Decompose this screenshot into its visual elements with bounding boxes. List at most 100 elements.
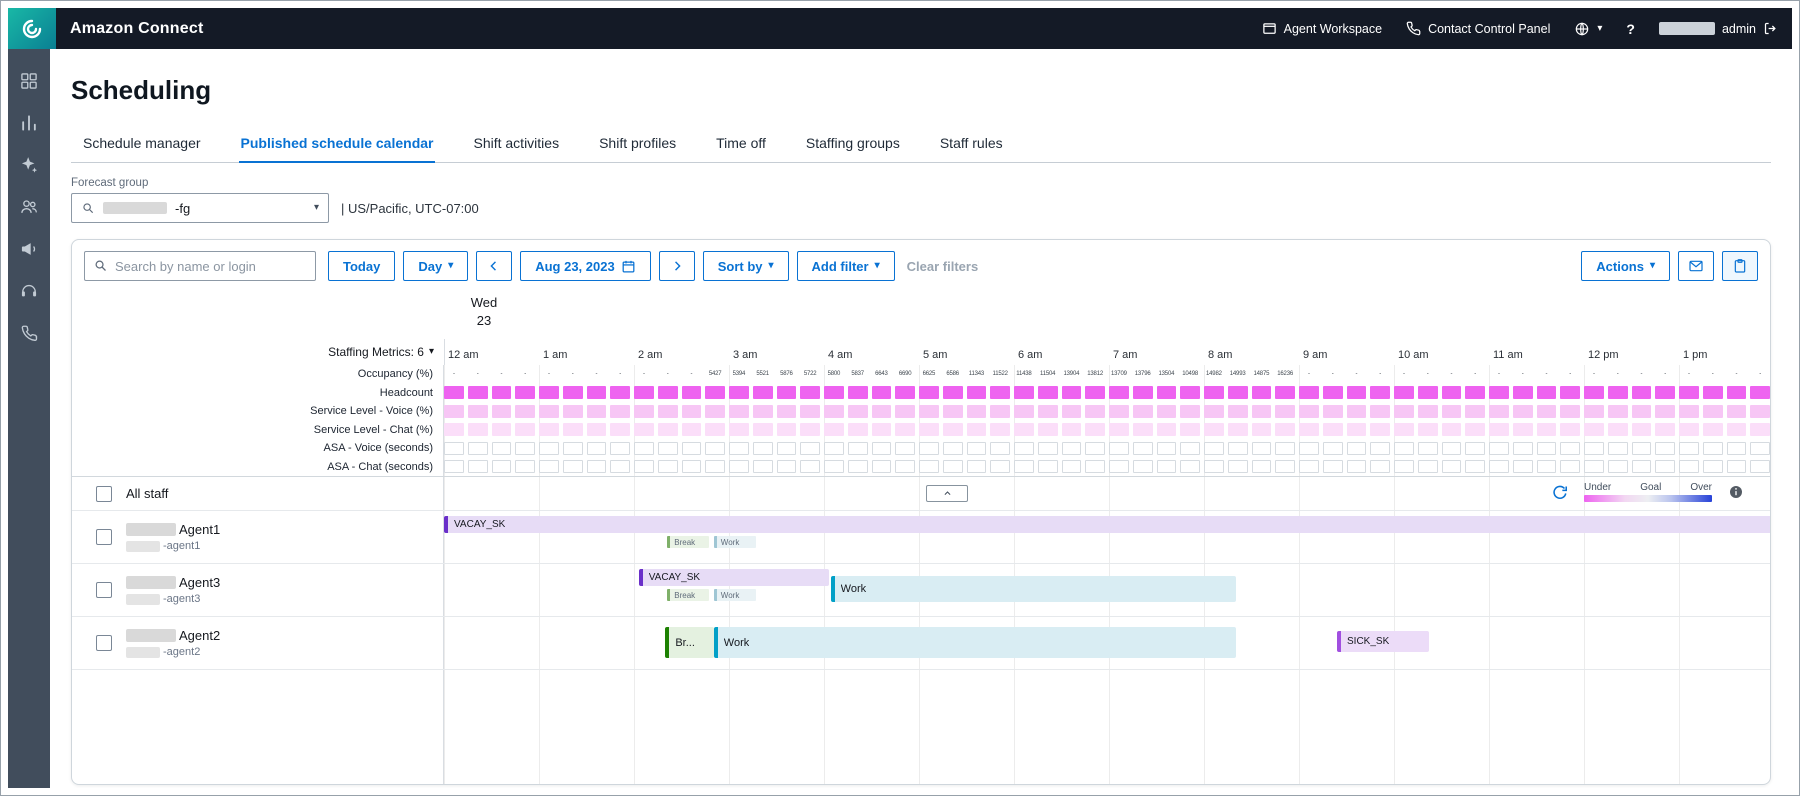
search-icon bbox=[93, 258, 108, 273]
sidebar-item-announcement[interactable] bbox=[19, 239, 39, 259]
shift-bar-break[interactable]: Br... bbox=[665, 627, 713, 658]
add-filter-button[interactable]: Add filter▾ bbox=[797, 251, 895, 281]
search-icon bbox=[81, 201, 95, 215]
globe-icon bbox=[1574, 21, 1590, 37]
metric-cell: 5837 bbox=[848, 365, 868, 383]
legend-gradient-bar bbox=[1584, 495, 1712, 502]
help-button[interactable]: ? bbox=[1626, 21, 1635, 37]
refresh-icon[interactable] bbox=[1551, 484, 1568, 501]
metric-cell bbox=[1038, 442, 1058, 455]
metric-cell bbox=[1465, 423, 1485, 436]
agent-checkbox[interactable] bbox=[96, 529, 112, 545]
metric-cell bbox=[753, 460, 773, 473]
metric-cell bbox=[468, 423, 488, 436]
sidebar-item-headset[interactable] bbox=[19, 281, 39, 301]
analytics-icon bbox=[19, 113, 39, 133]
forecast-group-select[interactable]: -fg ▾ bbox=[71, 193, 329, 223]
metric-cells bbox=[444, 458, 1770, 477]
user-menu[interactable]: admin bbox=[1659, 21, 1778, 36]
notify-button[interactable] bbox=[1678, 251, 1714, 281]
calendar-area: Staffing Metrics: 6 ▾ Wed 23 12 am1 am2 … bbox=[72, 291, 1770, 784]
forecast-sparkle-icon bbox=[19, 155, 39, 175]
time-label: 8 am bbox=[1208, 349, 1232, 361]
sort-by-button[interactable]: Sort by▾ bbox=[703, 251, 789, 281]
redacted-username bbox=[1659, 22, 1715, 35]
shift-bar-label: Work bbox=[841, 583, 866, 595]
metric-cell bbox=[1418, 386, 1438, 399]
metric-cell bbox=[943, 405, 963, 418]
collapse-metrics-button[interactable] bbox=[926, 485, 968, 502]
metric-cell bbox=[1489, 460, 1509, 473]
actions-button[interactable]: Actions▾ bbox=[1581, 251, 1670, 281]
clear-filters-button[interactable]: Clear filters bbox=[907, 259, 979, 274]
next-day-button[interactable] bbox=[659, 251, 695, 281]
metric-cell bbox=[872, 442, 892, 455]
metric-cell bbox=[1085, 442, 1105, 455]
metric-cell bbox=[1370, 405, 1390, 418]
tab-time-off[interactable]: Time off bbox=[714, 126, 768, 162]
shift-bar-vacay[interactable]: VACAY_SK bbox=[444, 516, 1770, 533]
agent-workspace-link[interactable]: Agent Workspace bbox=[1262, 21, 1382, 36]
shift-segment-work[interactable]: Work bbox=[714, 536, 756, 548]
staffing-metrics-toggle[interactable]: Staffing Metrics: 6 ▾ bbox=[328, 345, 434, 359]
sign-out-icon bbox=[1763, 21, 1778, 36]
sidebar-item-users[interactable] bbox=[19, 197, 39, 217]
sidebar-item-analytics[interactable] bbox=[19, 113, 39, 133]
metric-cell bbox=[919, 460, 939, 473]
shift-bar-work[interactable]: Work bbox=[831, 576, 1237, 602]
metric-cell bbox=[1584, 405, 1604, 418]
search-input[interactable] bbox=[84, 251, 316, 281]
shift-bar-sick[interactable]: SICK_SK bbox=[1337, 631, 1429, 652]
metric-cell bbox=[539, 423, 559, 436]
tab-schedule-manager[interactable]: Schedule manager bbox=[81, 126, 203, 162]
shift-segment-work[interactable]: Work bbox=[714, 589, 756, 601]
sidebar-item-forecast-sparkle[interactable] bbox=[19, 155, 39, 175]
tab-staffing-groups[interactable]: Staffing groups bbox=[804, 126, 902, 162]
contact-control-panel-link[interactable]: Contact Control Panel bbox=[1406, 21, 1550, 36]
copy-schedule-button[interactable] bbox=[1722, 251, 1758, 281]
shift-bar-label: VACAY_SK bbox=[649, 572, 700, 583]
shift-bar-vacay[interactable]: VACAY_SK bbox=[639, 569, 829, 586]
metric-cell: - bbox=[1394, 365, 1414, 383]
today-button[interactable]: Today bbox=[328, 251, 395, 281]
agent-checkbox[interactable] bbox=[96, 635, 112, 651]
time-label: 12 pm bbox=[1588, 349, 1619, 361]
staffing-metrics: Occupancy (%)-----------5427539455215876… bbox=[72, 365, 1770, 476]
view-granularity-button[interactable]: Day▾ bbox=[403, 251, 468, 281]
metric-cell bbox=[1608, 405, 1628, 418]
shift-bar-work[interactable]: Work bbox=[714, 627, 1237, 658]
all-staff-checkbox[interactable] bbox=[96, 486, 112, 502]
amazon-connect-logo[interactable] bbox=[8, 8, 56, 49]
tab-shift-activities[interactable]: Shift activities bbox=[471, 126, 561, 162]
agent-checkbox[interactable] bbox=[96, 582, 112, 598]
tab-published-schedule-calendar[interactable]: Published schedule calendar bbox=[239, 126, 436, 162]
agent-name: Agent1 bbox=[179, 522, 220, 537]
tab-shift-profiles[interactable]: Shift profiles bbox=[597, 126, 678, 162]
shift-segment-break[interactable]: Break bbox=[667, 589, 709, 601]
metric-cell: - bbox=[539, 365, 559, 383]
previous-day-button[interactable] bbox=[476, 251, 512, 281]
metric-cell bbox=[492, 460, 512, 473]
metric-cell bbox=[1133, 386, 1153, 399]
metric-cell bbox=[1038, 386, 1058, 399]
metric-cell bbox=[1584, 423, 1604, 436]
sidebar-item-dashboard-grid[interactable] bbox=[19, 71, 39, 91]
schedule-toolbar: Today Day▾ Aug 23, 2023 bbox=[72, 240, 1770, 291]
sidebar-item-contact-routing[interactable] bbox=[19, 323, 39, 343]
metric-cell bbox=[1062, 405, 1082, 418]
shift-segment-break[interactable]: Break bbox=[667, 536, 709, 548]
metric-cell bbox=[1394, 423, 1414, 436]
metric-cell bbox=[1655, 386, 1675, 399]
language-selector[interactable]: ▾ bbox=[1574, 21, 1602, 37]
date-picker-button[interactable]: Aug 23, 2023 bbox=[520, 251, 651, 281]
metric-cell bbox=[800, 442, 820, 455]
time-label: 6 am bbox=[1018, 349, 1042, 361]
time-label: 4 am bbox=[828, 349, 852, 361]
info-icon[interactable] bbox=[1728, 484, 1744, 500]
metric-cell bbox=[634, 460, 654, 473]
tab-staff-rules[interactable]: Staff rules bbox=[938, 126, 1005, 162]
metric-cell bbox=[1750, 405, 1770, 418]
chevron-down-icon: ▾ bbox=[314, 203, 319, 213]
metric-cell bbox=[658, 405, 678, 418]
metric-cell bbox=[610, 386, 630, 399]
